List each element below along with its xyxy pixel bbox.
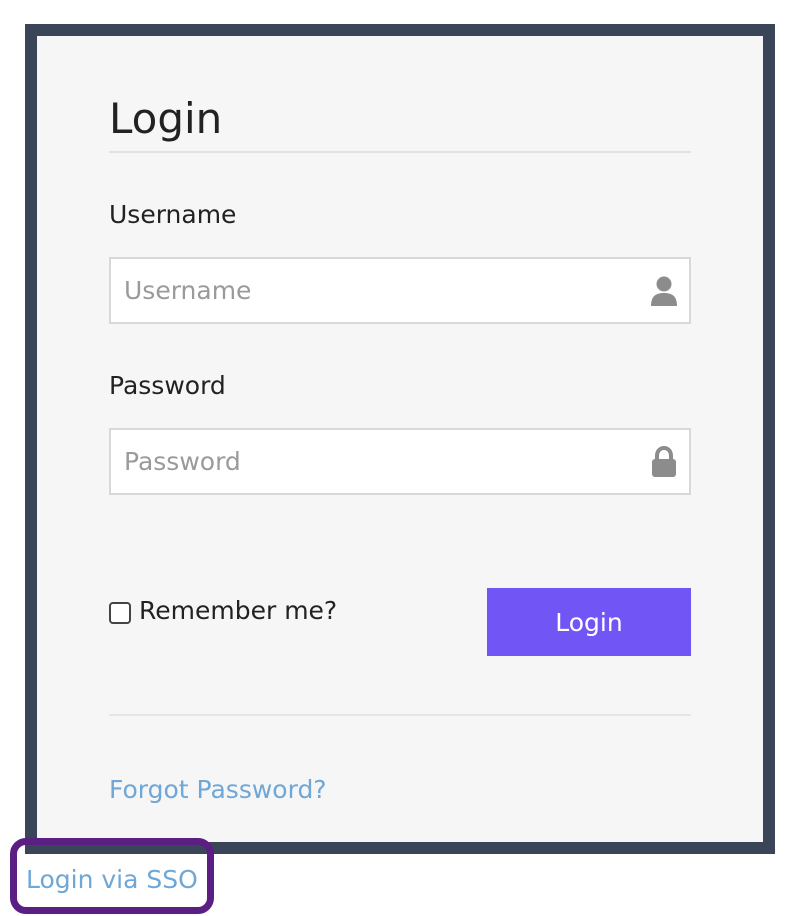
password-input[interactable] xyxy=(111,430,689,493)
remember-me-checkbox[interactable] xyxy=(109,602,131,624)
login-panel: Login Username Password Remember me? Log… xyxy=(25,24,775,854)
login-via-sso-link[interactable]: Login via SSO xyxy=(26,867,198,892)
form-divider xyxy=(109,714,691,716)
title-divider xyxy=(109,151,691,153)
login-page: Login Username Password Remember me? Log… xyxy=(0,0,810,916)
remember-me-label: Remember me? xyxy=(139,595,338,625)
password-field xyxy=(109,428,691,495)
username-label: Username xyxy=(109,200,237,229)
login-button[interactable]: Login xyxy=(487,588,691,656)
username-input[interactable] xyxy=(111,259,689,322)
forgot-password-link[interactable]: Forgot Password? xyxy=(109,777,327,802)
username-field xyxy=(109,257,691,324)
remember-me: Remember me? xyxy=(109,596,337,624)
login-title: Login xyxy=(109,94,223,143)
user-icon xyxy=(651,276,677,306)
password-label: Password xyxy=(109,371,226,400)
lock-icon xyxy=(652,446,676,477)
